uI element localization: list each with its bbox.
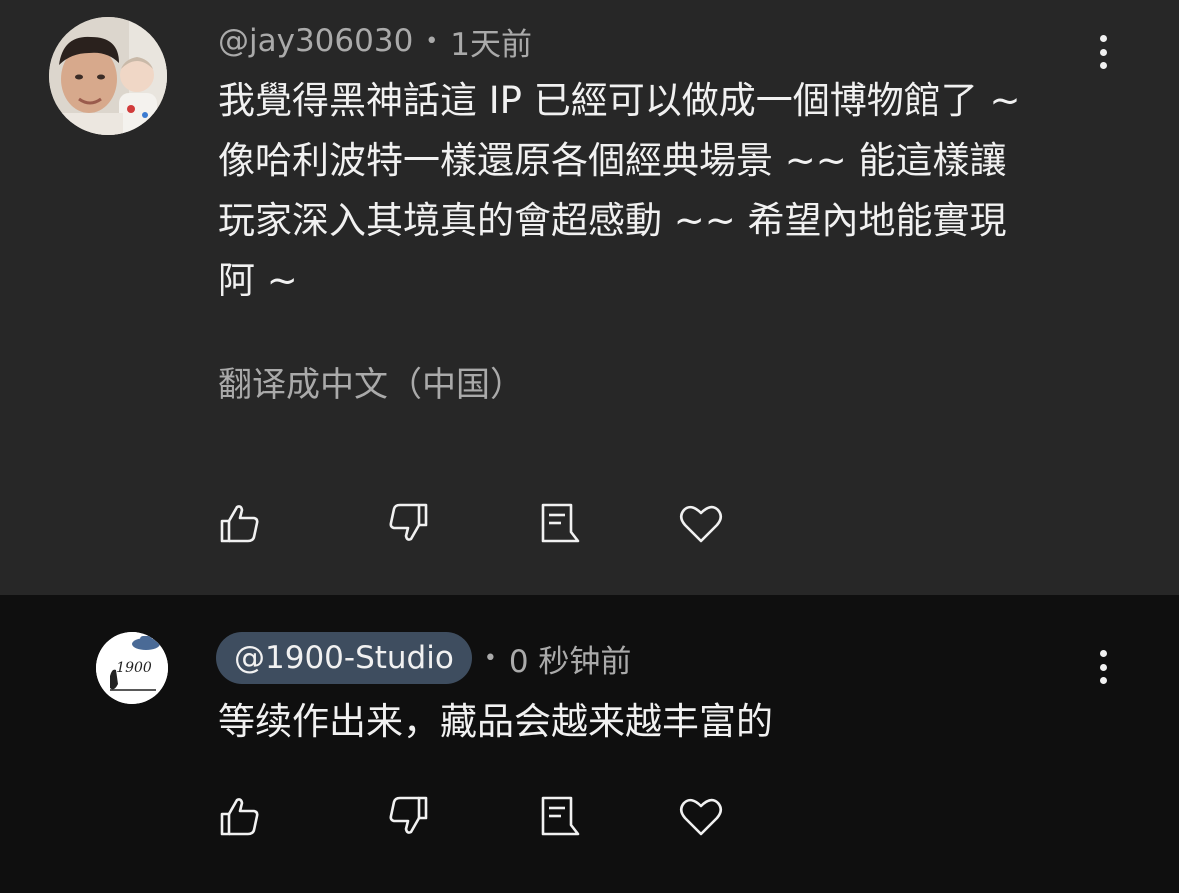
thumb-up-icon [220,798,259,836]
separator-dot: • [483,645,497,671]
comment-reply-icon [541,796,580,836]
author-name-badge[interactable]: @1900-Studio [216,632,472,684]
dislike-button[interactable] [386,501,430,545]
studio-logo-avatar: 1900 [96,632,168,704]
dislike-button[interactable] [386,794,430,838]
heart-button[interactable] [679,794,723,838]
avatar-logo-text: 1900 [116,660,152,676]
like-button[interactable] [218,501,262,545]
like-button[interactable] [218,794,262,838]
heart-icon [679,798,723,836]
author-name[interactable]: @jay306030 [218,23,413,59]
comment-line: 玩家深入其境真的會超感動 ~~ 希望內地能實現 [218,199,1007,242]
comment-actions [218,501,738,545]
thumb-down-icon [389,503,428,541]
comment-actions [218,794,738,838]
thumb-down-icon [389,796,428,834]
comment-line: 我覺得黑神話這 IP 已經可以做成一個博物館了 ~ [218,79,1021,122]
thumb-up-icon [220,505,259,543]
comment-item: @jay306030 • 1天前 我覺得黑神話這 IP 已經可以做成一個博物館了… [0,0,1179,595]
comment-line: 等续作出来，藏品会越来越丰富的 [218,700,773,743]
more-vertical-icon[interactable] [1091,650,1115,684]
avatar[interactable] [49,17,167,135]
comment-timestamp: 1天前 [450,26,533,63]
comment-reply-icon [541,503,580,543]
reply-button[interactable] [538,501,582,545]
comment-timestamp: 0 秒钟前 [508,643,632,680]
comment-header: @1900-Studio • 0 秒钟前 [216,631,632,685]
person-photo-avatar [49,17,167,135]
comment-line: 像哈利波特一樣還原各個經典場景 ~~ 能這樣讓 [218,139,1007,182]
more-vertical-icon[interactable] [1091,35,1115,69]
comment-text: 我覺得黑神話這 IP 已經可以做成一個博物館了 ~ 像哈利波特一樣還原各個經典場… [218,71,1118,311]
comment-line: 阿 ~ [218,259,298,302]
avatar[interactable]: 1900 [96,632,168,704]
comment-header: @jay306030 • 1天前 [218,20,533,63]
translate-link[interactable]: 翻译成中文（中国） [218,357,524,406]
reply-button[interactable] [538,794,582,838]
separator-dot: • [425,28,439,54]
heart-button[interactable] [679,501,723,545]
comment-text: 等续作出来，藏品会越来越丰富的 [218,692,1118,752]
heart-icon [679,505,723,543]
